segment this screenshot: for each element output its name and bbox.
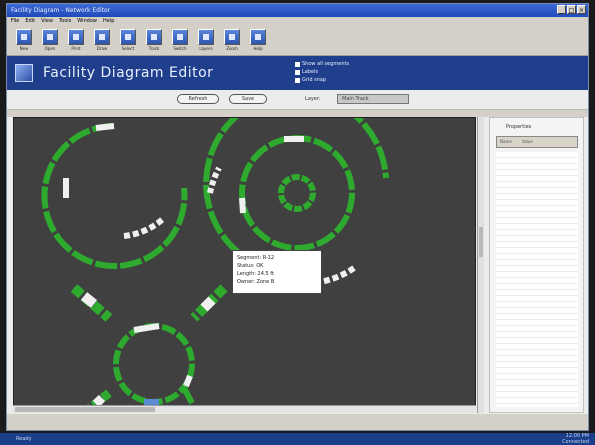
track-icon xyxy=(146,29,162,45)
panel-title: Properties xyxy=(506,124,532,130)
window-title: Facility Diagram - Network Editor xyxy=(11,7,111,14)
track-ring-bottom[interactable] xyxy=(113,323,195,405)
select-icon xyxy=(120,29,136,45)
track-segment-white[interactable] xyxy=(92,394,106,408)
tooltip-line: Owner: Zone B xyxy=(237,279,275,285)
maximize-button[interactable]: □ xyxy=(567,5,576,14)
track-segment-white[interactable] xyxy=(207,166,222,194)
control-bar: Refresh Save Layer: Main Track xyxy=(7,90,588,110)
toolbar-zoom-button[interactable]: Zoom xyxy=(221,29,243,51)
display-options: Show all segments Labels Grid snap xyxy=(295,60,349,84)
toolbar-track-button[interactable]: Track xyxy=(143,29,165,51)
track-segment-white[interactable] xyxy=(80,292,98,308)
status-text: Ready xyxy=(16,436,32,442)
title-bar: Facility Diagram - Network Editor _ □ × xyxy=(7,4,588,17)
horizontal-scrollbar[interactable] xyxy=(13,405,476,413)
track-ring-middle[interactable] xyxy=(239,135,355,251)
track-segment-white[interactable] xyxy=(183,374,193,388)
menu-edit[interactable]: Edit xyxy=(25,17,35,26)
page-title: Facility Diagram Editor xyxy=(43,65,214,81)
main-content: Segment: R-12 Status: OK Length: 24.5 ft… xyxy=(7,117,588,414)
menu-file[interactable]: File xyxy=(11,17,19,26)
properties-header-row: Name Value xyxy=(496,136,578,148)
toolbar-open-button[interactable]: Open xyxy=(39,29,61,51)
print-icon xyxy=(68,29,84,45)
app-logo-icon xyxy=(15,64,33,82)
tooltip-line: Length: 24.5 ft xyxy=(237,271,274,277)
help-icon xyxy=(250,29,266,45)
toolbar-draw-button[interactable]: Draw xyxy=(91,29,113,51)
diagram-canvas[interactable]: Segment: R-12 Status: OK Length: 24.5 ft… xyxy=(13,117,476,413)
track-spur-small[interactable] xyxy=(181,386,195,405)
layer-label: Layer: xyxy=(305,96,321,102)
menu-bar: File Edit View Tools Window Help xyxy=(7,17,588,26)
toolbar-switch-button[interactable]: Switch xyxy=(169,29,191,51)
save-button[interactable]: Save xyxy=(229,94,267,104)
scroll-thumb[interactable] xyxy=(15,407,155,412)
open-icon xyxy=(42,29,58,45)
toolbar-help-button[interactable]: Help xyxy=(247,29,269,51)
option-grid-snap[interactable]: Grid snap xyxy=(295,76,349,84)
new-icon xyxy=(16,29,32,45)
track-ring-inner[interactable] xyxy=(278,174,316,212)
option-labels[interactable]: Labels xyxy=(295,68,349,76)
menu-window[interactable]: Window xyxy=(77,17,97,26)
toolbar-layers-button[interactable]: Layers xyxy=(195,29,217,51)
checkbox-icon[interactable] xyxy=(295,61,300,67)
layer-select[interactable]: Main Track xyxy=(337,94,409,104)
properties-list[interactable] xyxy=(496,152,578,407)
toolbar-print-button[interactable]: Print xyxy=(65,29,87,51)
track-segment-white[interactable] xyxy=(239,197,246,214)
scroll-thumb[interactable] xyxy=(479,227,483,257)
menu-tools[interactable]: Tools xyxy=(59,17,71,26)
draw-icon xyxy=(94,29,110,45)
status-bar: Ready 12:00 PM Connected xyxy=(0,433,595,445)
status-right: 12:00 PM Connected xyxy=(562,433,589,445)
status-connection: Connected xyxy=(562,439,589,445)
track-segment-white[interactable] xyxy=(123,215,167,239)
toolbar: New Open Print Draw Select Track Switch … xyxy=(7,26,588,56)
toolbar-new-button[interactable]: New xyxy=(13,29,35,51)
switch-icon xyxy=(172,29,188,45)
layers-icon xyxy=(198,29,214,45)
checkbox-icon[interactable] xyxy=(295,77,300,83)
zoom-icon xyxy=(224,29,240,45)
track-segment-white[interactable] xyxy=(200,296,216,312)
checkbox-icon[interactable] xyxy=(295,69,300,75)
track-segment-white[interactable] xyxy=(133,323,160,333)
menu-help[interactable]: Help xyxy=(103,17,114,26)
refresh-button[interactable]: Refresh xyxy=(177,94,219,104)
header-band: Facility Diagram Editor Show all segment… xyxy=(7,56,588,90)
tooltip-line: Segment: R-12 xyxy=(237,255,275,261)
menu-view[interactable]: View xyxy=(41,17,53,26)
toolbar-select-button[interactable]: Select xyxy=(117,29,139,51)
segment-tooltip: Segment: R-12 Status: OK Length: 24.5 ft… xyxy=(232,250,322,294)
minimize-button[interactable]: _ xyxy=(557,5,566,14)
vertical-scrollbar[interactable] xyxy=(477,117,484,413)
tooltip-line: Status: OK xyxy=(237,263,264,269)
app-window: Facility Diagram - Network Editor _ □ × … xyxy=(6,3,589,431)
track-segment-white[interactable] xyxy=(95,123,115,131)
close-button[interactable]: × xyxy=(577,5,586,14)
option-show-segments[interactable]: Show all segments xyxy=(295,60,349,68)
properties-panel: Properties Name Value xyxy=(489,117,584,413)
